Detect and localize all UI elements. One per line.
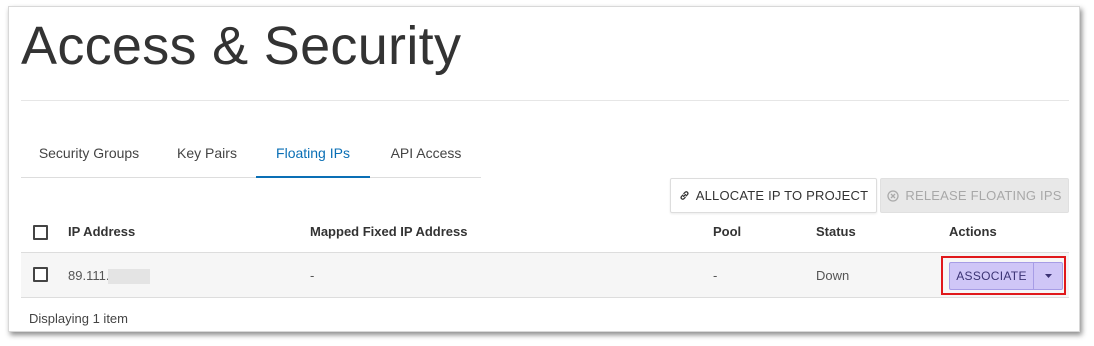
title-divider	[21, 100, 1069, 101]
redacted-block	[108, 269, 151, 285]
caret-down-icon	[1044, 274, 1052, 278]
column-pool[interactable]: Pool	[713, 213, 741, 251]
allocate-ip-button[interactable]: ALLOCATE IP TO PROJECT	[670, 178, 877, 213]
tab-security-groups[interactable]: Security Groups	[21, 131, 157, 178]
link-icon	[680, 191, 689, 200]
column-status[interactable]: Status	[816, 213, 856, 251]
tab-key-pairs[interactable]: Key Pairs	[157, 131, 257, 178]
select-all-checkbox[interactable]	[33, 225, 48, 240]
table-row: 89.111. - - Down	[21, 253, 1069, 298]
table-header: IP Address Mapped Fixed IP Address Pool …	[21, 213, 1069, 253]
mapped-fixed-ip-cell: -	[310, 268, 315, 283]
release-floating-ips-button[interactable]: RELEASE FLOATING IPS	[880, 178, 1069, 213]
column-ip-address[interactable]: IP Address	[68, 213, 135, 251]
column-actions: Actions	[949, 224, 997, 239]
associate-button[interactable]: ASSOCIATE	[950, 263, 1033, 289]
item-count: Displaying 1 item	[29, 311, 128, 326]
actions-dropdown-toggle[interactable]	[1033, 263, 1062, 289]
tab-api-access[interactable]: API Access	[370, 131, 482, 178]
pool-cell: -	[713, 268, 718, 283]
allocate-ip-label: ALLOCATE IP TO PROJECT	[695, 188, 869, 203]
associate-button-group: ASSOCIATE	[949, 262, 1063, 290]
column-mapped-fixed-ip[interactable]: Mapped Fixed IP Address	[310, 213, 468, 251]
tab-floating-ips[interactable]: Floating IPs	[256, 131, 370, 178]
ip-address-cell: 89.111.	[68, 253, 151, 298]
tab-bar: Security Groups Key Pairs Floating IPs A…	[21, 131, 481, 178]
ip-address-value: 89.111.	[68, 268, 110, 283]
floating-ips-table: IP Address Mapped Fixed IP Address Pool …	[21, 213, 1069, 298]
main-window: Access & Security Security Groups Key Pa…	[8, 6, 1080, 332]
release-floating-ips-label: RELEASE FLOATING IPS	[905, 188, 1062, 203]
status-cell: Down	[816, 268, 850, 283]
circle-x-icon	[887, 189, 900, 202]
page-title: Access & Security	[21, 16, 462, 76]
row-checkbox[interactable]	[33, 267, 48, 282]
